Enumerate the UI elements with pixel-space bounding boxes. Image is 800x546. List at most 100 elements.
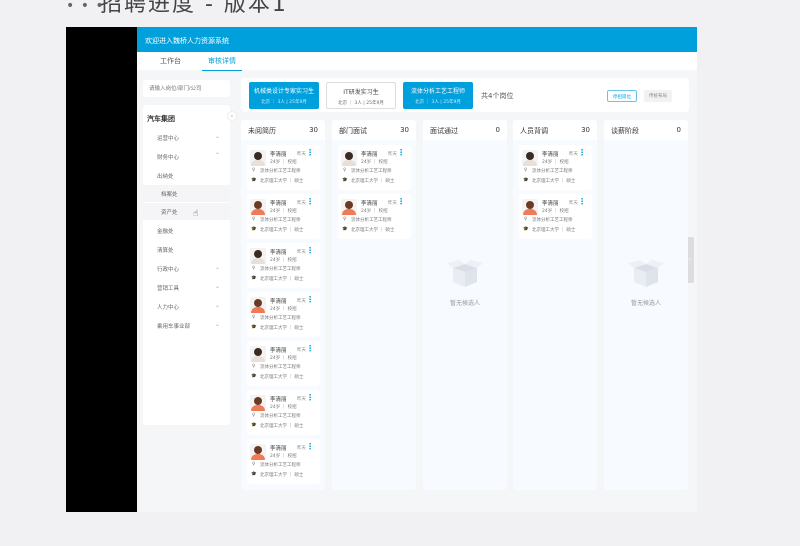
avatar-head [254,299,262,307]
column-header: 部门面试 30 [332,120,416,140]
more-options-icon[interactable]: ⋮ [306,148,314,157]
candidate-card[interactable]: 李清丽 昨天 ⋮ 24岁 ｜ 校招 ♀ 流体分析工艺工程师 🎓 北京理工大学 ｜ 硕士 [519,194,592,239]
sidebar-item-label: 财务中心 [157,155,180,161]
candidate-time: 昨天 [388,201,397,206]
avatar-head [526,152,534,160]
sidebar-item-label: 出纳处 [157,174,174,180]
candidate-education: 北京理工大学 ｜ 硕士 [260,375,304,380]
candidate-name: 李清丽 [270,397,287,403]
education-icon: 🎓 [251,472,257,477]
more-options-icon[interactable]: ⋮ [306,295,314,304]
job-title: IT研发实习生 [343,89,379,96]
candidate-age-source: 24岁 ｜ 校招 [542,160,569,165]
pipeline-column: 谈薪阶段 0 暂无候选人 [604,120,688,490]
collapse-sidebar-button[interactable]: ‹ [227,111,237,121]
candidate-name: 李清丽 [270,152,287,158]
column-title: 面试通过 [430,127,458,135]
sidebar-item[interactable]: 财务中心 ⌃ [143,148,230,165]
tab-workbench[interactable]: 工作台 [160,56,181,66]
position-icon: ♀ [252,462,256,467]
avatar [250,346,266,362]
empty-state-text: 暂无候选人 [630,300,661,307]
candidate-card[interactable]: 李清丽 昨天 ⋮ 24岁 ｜ 校招 ♀ 流体分析工艺工程师 🎓 北京理工大学 ｜ 硕士 [247,243,320,288]
pipeline-column: 面试通过 0 暂无候选人 [423,120,507,490]
chevron-down-icon: ⌄ [214,133,220,140]
sidebar-item-label: 清算处 [157,248,174,254]
column-header: 人员背调 30 [513,120,597,140]
candidate-position: 流体分析工艺工程师 [532,218,573,223]
candidate-time: 昨天 [297,446,306,451]
avatar [522,199,538,215]
menu-dots-icon[interactable]: • • • [66,0,105,14]
sidebar-item[interactable]: 出纳处 [143,167,230,184]
more-options-icon[interactable]: ⋮ [306,393,314,402]
header-title: 欢迎进入魏桥人力资源系统 [145,37,229,45]
job-title: 机械类设计专家实习生 [253,88,314,95]
candidate-time: 昨天 [297,201,306,206]
avatar-body [251,454,265,460]
candidate-time: 昨天 [569,152,578,157]
candidate-age-source: 24岁 ｜ 校招 [270,160,297,165]
candidate-education: 北京理工大学 ｜ 硕士 [260,179,304,184]
candidate-card[interactable]: 李清丽 昨天 ⋮ 24岁 ｜ 校招 ♀ 流体分析工艺工程师 🎓 北京理工大学 ｜ 硕士 [247,292,320,337]
empty-state: 暂无候选人 [604,260,688,307]
candidate-card[interactable]: 李清丽 昨天 ⋮ 24岁 ｜ 校招 ♀ 流体分析工艺工程师 🎓 北京理工大学 ｜ 硕士 [519,145,592,190]
job-card[interactable]: 机械类设计专家实习生 北京 ｜ 3人 | 25年9月 [249,82,319,109]
stop-hiring-button[interactable]: 停招岗位 [607,90,637,102]
candidate-time: 昨天 [297,152,306,157]
tab-review-details[interactable]: 审核详情 [202,56,242,71]
more-options-icon[interactable]: ⋮ [397,148,405,157]
more-options-icon[interactable]: ⋮ [306,197,314,206]
candidate-position: 流体分析工艺工程师 [532,169,573,174]
column-title: 未阅简历 [248,127,276,135]
avatar [250,150,266,166]
candidate-card[interactable]: 李清丽 昨天 ⋮ 24岁 ｜ 校招 ♀ 流体分析工艺工程师 🎓 北京理工大学 ｜ 硕士 [247,194,320,239]
sidebar-item[interactable]: 营销工具 ⌄ [143,279,230,296]
sidebar-item[interactable]: 金融处 [143,222,230,239]
job-bar: 共4个岗位 停招岗位 传统布局 机械类设计专家实习生 北京 ｜ 3人 | 25年9… [241,78,689,112]
sidebar-item-label: 人力中心 [157,305,180,311]
sidebar-item[interactable]: 人力中心 ⌄ [143,298,230,315]
more-options-icon[interactable]: ⋮ [578,148,586,157]
education-icon: 🎓 [251,374,257,379]
candidate-card[interactable]: 李清丽 昨天 ⋮ 24岁 ｜ 校招 ♀ 流体分析工艺工程师 🎓 北京理工大学 ｜ 硕士 [247,439,320,484]
more-options-icon[interactable]: ⋮ [578,197,586,206]
avatar-body [251,209,265,215]
candidate-time: 昨天 [388,152,397,157]
sidebar-item[interactable]: 档案处 [143,185,230,202]
column-count: 30 [400,126,409,134]
avatar [250,199,266,215]
candidate-name: 李清丽 [542,152,559,158]
sidebar-item[interactable]: 行政中心 ⌄ [143,260,230,277]
avatar-head [526,201,534,209]
pipeline-column: 部门面试 30 李清丽 昨天 ⋮ 24岁 ｜ 校招 ♀ 流体分析工艺工程师 🎓 北京理工大学 ｜ … [332,120,416,490]
more-options-icon[interactable]: ⋮ [397,197,405,206]
candidate-card[interactable]: 李清丽 昨天 ⋮ 24岁 ｜ 校招 ♀ 流体分析工艺工程师 🎓 北京理工大学 ｜ 硕士 [247,145,320,190]
avatar-body [251,258,265,264]
candidate-card[interactable]: 李清丽 昨天 ⋮ 24岁 ｜ 校招 ♀ 流体分析工艺工程师 🎓 北京理工大学 ｜ 硕士 [247,390,320,435]
candidate-name: 李清丽 [270,348,287,354]
sidebar-item[interactable]: 清算处 [143,241,230,258]
job-card[interactable]: 流体分析工艺工程师 北京 ｜ 3人 | 25年9月 [403,82,473,109]
sidebar-item[interactable]: 运营中心 ⌄ [143,129,230,146]
candidate-card[interactable]: 李清丽 昨天 ⋮ 24岁 ｜ 校招 ♀ 流体分析工艺工程师 🎓 北京理工大学 ｜ 硕士 [247,341,320,386]
candidate-position: 流体分析工艺工程师 [260,267,301,272]
candidate-name: 李清丽 [270,299,287,305]
traditional-layout-button[interactable]: 传统布局 [644,90,672,102]
sidebar-item-label: 运营中心 [157,136,180,142]
sidebar-item[interactable]: 资产处 [143,203,230,220]
more-options-icon[interactable]: ⋮ [306,246,314,255]
candidate-card[interactable]: 李清丽 昨天 ⋮ 24岁 ｜ 校招 ♀ 流体分析工艺工程师 🎓 北京理工大学 ｜ 硕士 [338,194,411,239]
sidebar-item-label: 金融处 [157,229,174,235]
sidebar-item-label: 档案处 [161,192,178,198]
candidate-name: 李清丽 [361,201,378,207]
position-icon: ♀ [252,168,256,173]
sidebar-item[interactable]: 乘用车事业部 ⌄ [143,317,230,334]
more-options-icon[interactable]: ⋮ [306,344,314,353]
more-options-icon[interactable]: ⋮ [306,442,314,451]
job-card[interactable]: IT研发实习生 北京 ｜ 3人 | 25年9月 [326,82,396,109]
candidate-time: 昨天 [569,201,578,206]
candidate-card[interactable]: 李清丽 昨天 ⋮ 24岁 ｜ 校招 ♀ 流体分析工艺工程师 🎓 北京理工大学 ｜ 硕士 [338,145,411,190]
search-input[interactable] [143,80,230,97]
avatar [341,199,357,215]
